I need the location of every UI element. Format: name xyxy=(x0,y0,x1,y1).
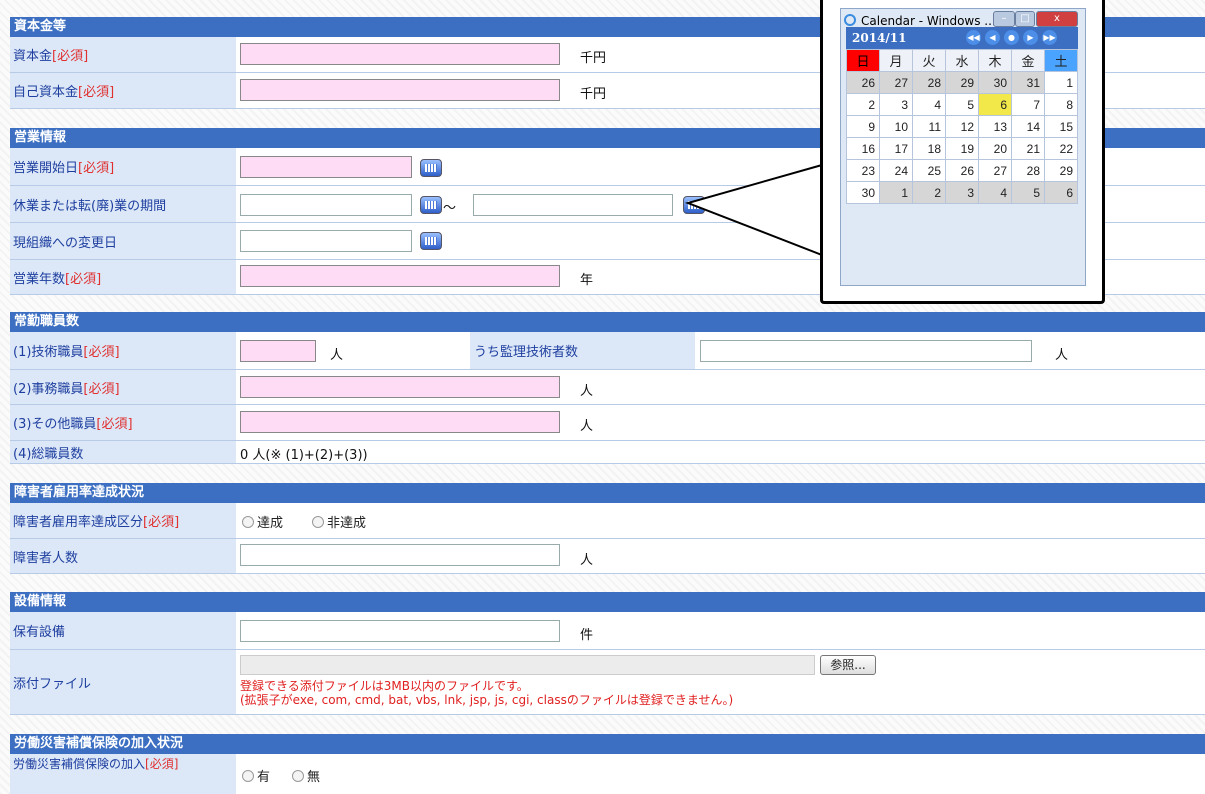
day-cell[interactable]: 22 xyxy=(1044,137,1078,160)
close-icon[interactable]: x xyxy=(1036,11,1078,27)
day-cell[interactable]: 4 xyxy=(912,93,946,116)
day-cell[interactable]: 26 xyxy=(846,71,880,94)
day-cell[interactable]: 10 xyxy=(879,115,913,138)
day-cell[interactable]: 26 xyxy=(945,159,979,182)
weekday-sun: 日 xyxy=(846,49,880,72)
today-icon[interactable]: ● xyxy=(1004,30,1019,45)
day-cell[interactable]: 21 xyxy=(1011,137,1045,160)
day-cell[interactable]: 30 xyxy=(978,71,1012,94)
day-cell[interactable]: 27 xyxy=(978,159,1012,182)
maximize-icon[interactable]: □ xyxy=(1015,11,1035,27)
weekday-thu: 木 xyxy=(978,49,1012,72)
day-cell[interactable]: 3 xyxy=(945,181,979,204)
day-cell[interactable]: 5 xyxy=(945,93,979,116)
day-cell[interactable]: 28 xyxy=(1011,159,1045,182)
minimize-icon[interactable]: – xyxy=(993,11,1015,27)
weekday-tue: 火 xyxy=(912,49,946,72)
day-cell[interactable]: 29 xyxy=(1044,159,1078,182)
day-cell[interactable]: 4 xyxy=(978,181,1012,204)
day-cell[interactable]: 1 xyxy=(1044,71,1078,94)
day-cell[interactable]: 12 xyxy=(945,115,979,138)
day-cell[interactable]: 15 xyxy=(1044,115,1078,138)
day-cell[interactable]: 1 xyxy=(879,181,913,204)
day-cell[interactable]: 11 xyxy=(912,115,946,138)
weekday-mon: 月 xyxy=(879,49,913,72)
day-cell[interactable]: 28 xyxy=(912,71,946,94)
day-cell[interactable]: 18 xyxy=(912,137,946,160)
day-cell[interactable]: 9 xyxy=(846,115,880,138)
day-cell[interactable]: 6 xyxy=(1044,181,1078,204)
day-cell[interactable]: 20 xyxy=(978,137,1012,160)
next-year-icon[interactable]: ▶▶ xyxy=(1042,30,1057,45)
day-cell[interactable]: 27 xyxy=(879,71,913,94)
day-cell[interactable]: 19 xyxy=(945,137,979,160)
calendar-window-title: Calendar - Windows ... xyxy=(861,14,996,28)
day-cell[interactable]: 3 xyxy=(879,93,913,116)
week-row: 30 1 2 3 4 5 6 xyxy=(846,181,1078,204)
prev-month-icon[interactable]: ◀ xyxy=(985,30,1000,45)
prev-year-icon[interactable]: ◀◀ xyxy=(966,30,981,45)
day-cell[interactable]: 25 xyxy=(912,159,946,182)
weekday-row: 日 月 火 水 木 金 土 xyxy=(846,49,1078,72)
day-cell[interactable]: 14 xyxy=(1011,115,1045,138)
day-cell[interactable]: 16 xyxy=(846,137,880,160)
day-cell[interactable]: 31 xyxy=(1011,71,1045,94)
day-cell[interactable]: 24 xyxy=(879,159,913,182)
week-row: 16 17 18 19 20 21 22 xyxy=(846,137,1078,160)
ie-icon xyxy=(844,14,856,26)
week-row: 9 10 11 12 13 14 15 xyxy=(846,115,1078,138)
week-row: 23 24 25 26 27 28 29 xyxy=(846,159,1078,182)
day-cell[interactable]: 30 xyxy=(846,181,880,204)
week-row: 2 3 4 5 6 7 8 xyxy=(846,93,1078,116)
day-cell[interactable]: 5 xyxy=(1011,181,1045,204)
day-cell[interactable]: 2 xyxy=(912,181,946,204)
day-cell[interactable]: 29 xyxy=(945,71,979,94)
calendar-nav-bar: 2014/11 ◀◀ ◀ ● ▶ ▶▶ xyxy=(846,27,1078,49)
day-cell[interactable]: 8 xyxy=(1044,93,1078,116)
day-cell[interactable]: 2 xyxy=(846,93,880,116)
day-cell-today[interactable]: 6 xyxy=(978,93,1012,116)
day-cell[interactable]: 7 xyxy=(1011,93,1045,116)
day-cell[interactable]: 23 xyxy=(846,159,880,182)
day-cell[interactable]: 13 xyxy=(978,115,1012,138)
weekday-wed: 水 xyxy=(945,49,979,72)
weekday-sat: 土 xyxy=(1044,49,1078,72)
calendar-grid: 日 月 火 水 木 金 土 26 27 28 29 30 31 1 2 3 4 … xyxy=(846,49,1078,204)
weekday-fri: 金 xyxy=(1011,49,1045,72)
calendar-window[interactable]: Calendar - Windows ... – □ x 2014/11 ◀◀ … xyxy=(840,8,1086,286)
day-cell[interactable]: 17 xyxy=(879,137,913,160)
week-row: 26 27 28 29 30 31 1 xyxy=(846,71,1078,94)
next-month-icon[interactable]: ▶ xyxy=(1023,30,1038,45)
calendar-month: 2014/11 xyxy=(852,31,907,45)
